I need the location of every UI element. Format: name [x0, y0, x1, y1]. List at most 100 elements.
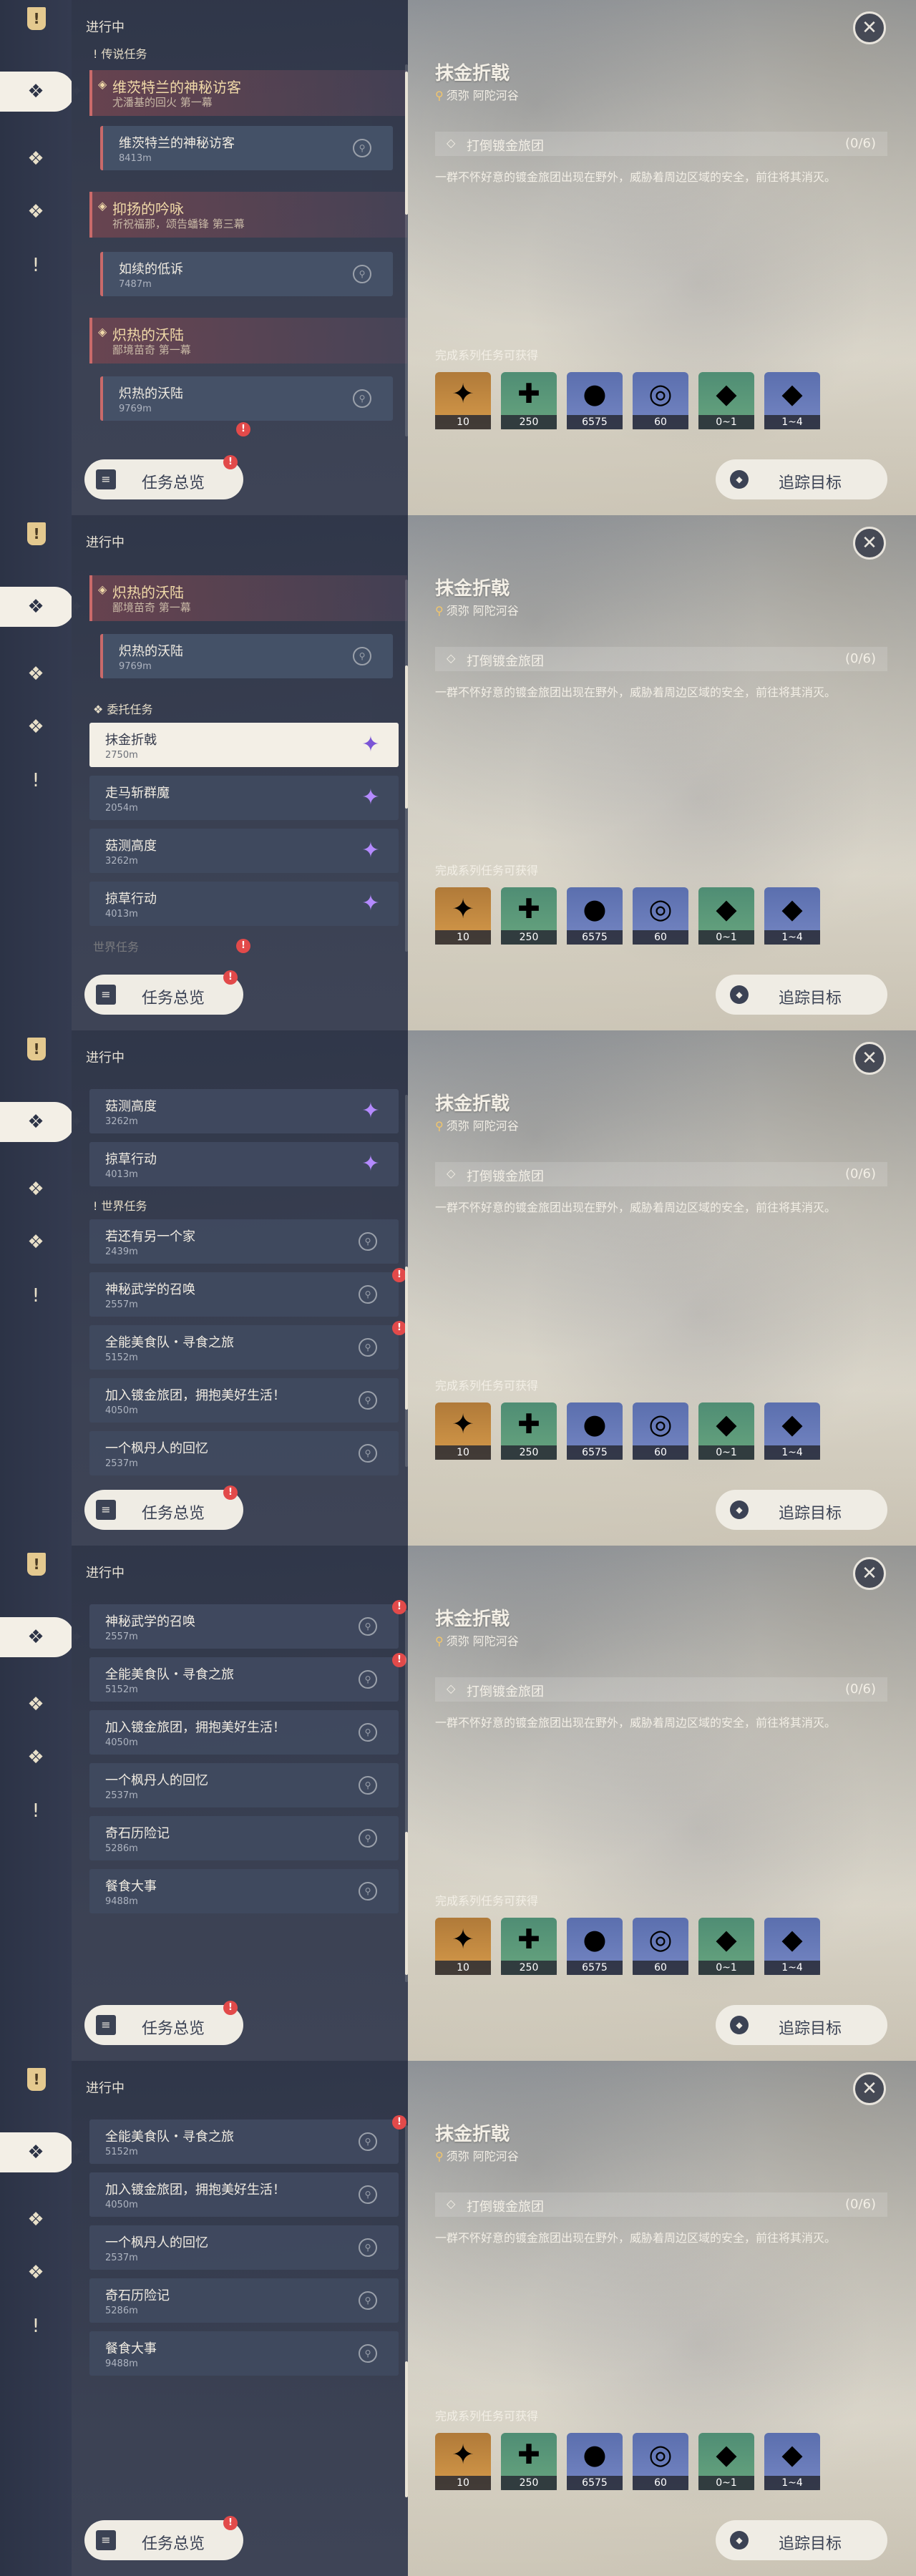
navigate-pin-icon[interactable]: ⚲: [359, 2238, 377, 2257]
world-quest-item[interactable]: 一个枫丹人的回忆 2537m ⚲: [89, 2225, 399, 2270]
quest-overview-button[interactable]: ≡ 任务总览: [84, 2005, 243, 2045]
legend-subquest[interactable]: 如续的低诉 7487m ⚲: [100, 252, 393, 296]
close-button[interactable]: ✕: [853, 11, 886, 44]
navigate-pin-icon[interactable]: ⚲: [359, 2132, 377, 2151]
quest-book-icon[interactable]: !: [27, 7, 46, 30]
world-quest-item[interactable]: 神秘武学的召唤 2557m ⚲: [89, 1604, 399, 1649]
sidebar-tab-all[interactable]: ❖: [0, 72, 74, 112]
sidebar-tab-legend-icon[interactable]: ❖: [24, 1693, 47, 1716]
legend-subquest[interactable]: 炽热的沃陆 9769m ⚲: [100, 376, 393, 421]
sidebar-tab-world-icon[interactable]: !: [24, 2315, 47, 2338]
world-quest-item[interactable]: 若还有另一个家 2439m ⚲: [89, 1219, 399, 1264]
sidebar-tab-legend-icon[interactable]: ❖: [24, 1178, 47, 1201]
sidebar-tab-commission-icon[interactable]: ❖: [24, 1746, 47, 1769]
track-objective-button[interactable]: ◆ 追踪目标: [716, 2520, 887, 2560]
commission-item[interactable]: 走马斩群魔 2054m ✦: [89, 776, 399, 820]
quest-book-icon[interactable]: !: [27, 1553, 46, 1576]
legend-quest-header[interactable]: ◈ 炽热的沃陆 鄙境苗奇 第一幕: [89, 318, 407, 364]
sidebar-tab-all[interactable]: ❖: [0, 587, 74, 627]
legend-quest-header[interactable]: ◈ 抑扬的吟咏 祈祝福那，颂告蟠锋 第三幕: [89, 192, 407, 238]
track-objective-button[interactable]: ◆ 追踪目标: [716, 1490, 887, 1530]
commission-star-icon: ✦: [361, 1151, 380, 1176]
world-quest-item[interactable]: 餐食大事 9488m ⚲: [89, 2331, 399, 2376]
sidebar-tab-world-icon[interactable]: !: [24, 769, 47, 792]
reward-count: 60: [633, 1961, 688, 1975]
navigate-pin-icon[interactable]: ⚲: [359, 1882, 377, 1901]
track-objective-button[interactable]: ◆ 追踪目标: [716, 2005, 887, 2045]
quest-overview-button[interactable]: ≡ 任务总览: [84, 975, 243, 1015]
navigate-pin-icon[interactable]: ⚲: [359, 2344, 377, 2363]
close-button[interactable]: ✕: [853, 527, 886, 560]
commission-item[interactable]: 掠草行动 4013m ✦: [89, 1142, 399, 1186]
navigate-pin-icon[interactable]: ⚲: [353, 389, 371, 408]
scrollbar-thumb[interactable]: [405, 1267, 408, 1410]
sidebar-tab-all[interactable]: ❖: [0, 2132, 74, 2172]
commission-star-icon: ✦: [361, 891, 380, 916]
world-quest-item[interactable]: 奇石历险记 5286m ⚲: [89, 2278, 399, 2323]
reward-count: 60: [633, 415, 688, 429]
navigate-pin-icon[interactable]: ⚲: [359, 1285, 377, 1304]
world-quest-item[interactable]: 全能美食队・寻食之旅 5152m ⚲: [89, 1657, 399, 1702]
scrollbar-thumb[interactable]: [405, 665, 408, 809]
sidebar-tab-commission-icon[interactable]: ❖: [24, 2261, 47, 2284]
commission-item[interactable]: 菇测高度 3262m ✦: [89, 1089, 399, 1133]
quest-overview-button[interactable]: ≡ 任务总览: [84, 2520, 243, 2560]
world-quest-item[interactable]: 餐食大事 9488m ⚲: [89, 1869, 399, 1913]
track-objective-button[interactable]: ◆ 追踪目标: [716, 975, 887, 1015]
world-quest-item[interactable]: 一个枫丹人的回忆 2537m ⚲: [89, 1763, 399, 1807]
world-quest-item[interactable]: 全能美食队・寻食之旅 5152m ⚲: [89, 2119, 399, 2164]
sidebar-tab-commission-icon[interactable]: ❖: [24, 1231, 47, 1254]
quest-overview-button[interactable]: ≡ 任务总览: [84, 1490, 243, 1530]
sidebar-tab-legend-icon[interactable]: ❖: [24, 2208, 47, 2231]
track-objective-button[interactable]: ◆ 追踪目标: [716, 459, 887, 499]
quest-book-icon[interactable]: !: [27, 522, 46, 545]
navigate-pin-icon[interactable]: ⚲: [359, 1723, 377, 1742]
world-quest-item[interactable]: 神秘武学的召唤 2557m ⚲: [89, 1272, 399, 1317]
navigate-pin-icon[interactable]: ⚲: [353, 647, 371, 665]
legend-subquest[interactable]: 维茨特兰的神秘访客 8413m ⚲: [100, 126, 393, 170]
navigate-pin-icon[interactable]: ⚲: [353, 265, 371, 283]
quest-book-icon[interactable]: !: [27, 1038, 46, 1060]
navigate-pin-icon[interactable]: ⚲: [359, 1829, 377, 1848]
commission-item[interactable]: 掠草行动 4013m ✦: [89, 882, 399, 926]
world-quest-item[interactable]: 全能美食队・寻食之旅 5152m ⚲: [89, 1325, 399, 1370]
close-button[interactable]: ✕: [853, 1042, 886, 1075]
navigate-pin-icon[interactable]: ⚲: [353, 139, 371, 157]
section-title: 进行中: [86, 535, 125, 550]
navigate-pin-icon[interactable]: ⚲: [359, 1617, 377, 1636]
navigate-pin-icon[interactable]: ⚲: [359, 1338, 377, 1357]
scrollbar-thumb[interactable]: [405, 72, 408, 215]
navigate-pin-icon[interactable]: ⚲: [359, 1670, 377, 1689]
navigate-pin-icon[interactable]: ⚲: [359, 2291, 377, 2310]
navigate-pin-icon[interactable]: ⚲: [359, 1232, 377, 1251]
legend-quest-header[interactable]: ◈ 维茨特兰的神秘访客 尤潘基的回火 第一幕: [89, 70, 407, 116]
navigate-pin-icon[interactable]: ⚲: [359, 1444, 377, 1463]
world-quest-item[interactable]: 奇石历险记 5286m ⚲: [89, 1816, 399, 1860]
commission-item[interactable]: 菇测高度 3262m ✦: [89, 829, 399, 873]
navigate-pin-icon[interactable]: ⚲: [359, 2185, 377, 2204]
sidebar-tab-world-icon[interactable]: !: [24, 1800, 47, 1823]
world-quest-item[interactable]: 一个枫丹人的回忆 2537m ⚲: [89, 1431, 399, 1475]
legend-quest-header[interactable]: ◈ 炽热的沃陆 鄙境苗奇 第一幕: [89, 575, 407, 621]
world-quest-item[interactable]: 加入镀金旅团，拥抱美好生活！ 4050m ⚲: [89, 1710, 399, 1755]
scrollbar-thumb[interactable]: [405, 1832, 408, 1975]
close-button[interactable]: ✕: [853, 1557, 886, 1590]
sidebar-tab-world-icon[interactable]: !: [24, 1284, 47, 1307]
quest-book-icon[interactable]: !: [27, 2068, 46, 2091]
close-button[interactable]: ✕: [853, 2072, 886, 2105]
legend-subquest[interactable]: 炽热的沃陆 9769m ⚲: [100, 634, 393, 678]
world-quest-item[interactable]: 加入镀金旅团，拥抱美好生活！ 4050m ⚲: [89, 2172, 399, 2217]
navigate-pin-icon[interactable]: ⚲: [359, 1776, 377, 1795]
quest-overview-button[interactable]: ≡ 任务总览: [84, 459, 243, 499]
commission-item[interactable]: 抹金折戟 2750m ✦: [89, 723, 399, 767]
sidebar-tab-all[interactable]: ❖: [0, 1617, 74, 1657]
scrollbar-thumb[interactable]: [405, 2361, 408, 2497]
sidebar-tab-all[interactable]: ❖: [0, 1102, 74, 1142]
sidebar-tab-commission-icon[interactable]: ❖: [24, 200, 47, 223]
sidebar-tab-commission-icon[interactable]: ❖: [24, 716, 47, 738]
sidebar-tab-legend-icon[interactable]: ❖: [24, 147, 47, 170]
world-quest-item[interactable]: 加入镀金旅团，拥抱美好生活！ 4050m ⚲: [89, 1378, 399, 1423]
navigate-pin-icon[interactable]: ⚲: [359, 1391, 377, 1410]
sidebar-tab-world-icon[interactable]: !: [24, 254, 47, 277]
sidebar-tab-legend-icon[interactable]: ❖: [24, 663, 47, 686]
